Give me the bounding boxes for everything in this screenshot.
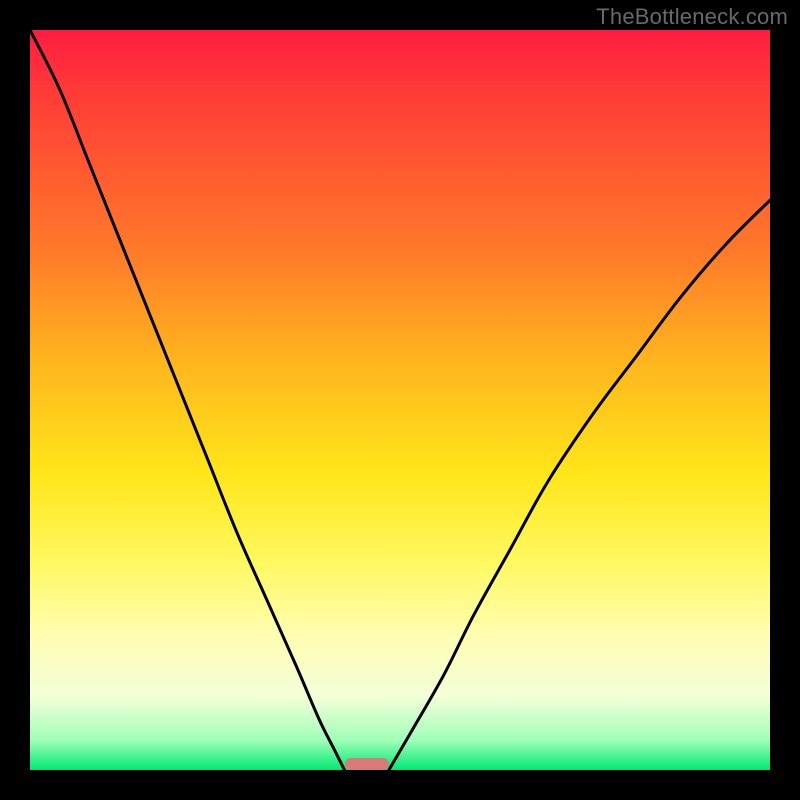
watermark-text: TheBottleneck.com — [596, 4, 788, 30]
plot-area — [30, 30, 770, 770]
curve-right-branch — [389, 200, 770, 770]
curve-canvas — [30, 30, 770, 770]
min-marker — [345, 758, 389, 770]
chart-frame: TheBottleneck.com — [0, 0, 800, 800]
curve-left-branch — [30, 30, 345, 770]
